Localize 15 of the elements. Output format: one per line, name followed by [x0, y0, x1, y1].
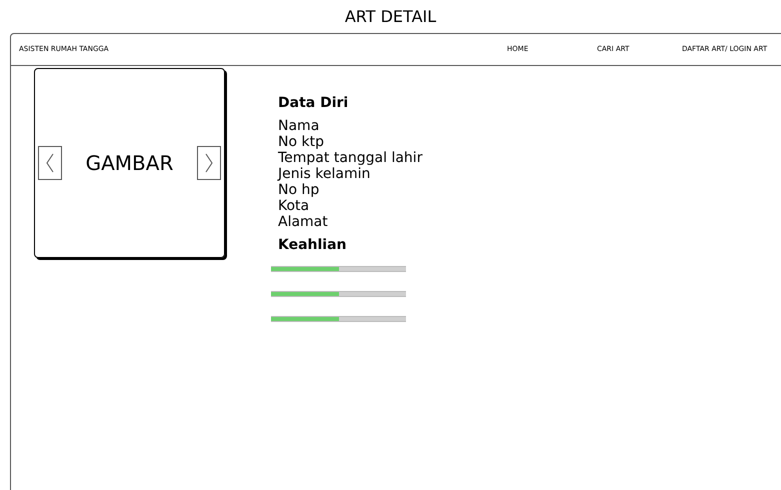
section-heading: Keahlian: [278, 236, 348, 254]
field-label: No ktp: [278, 134, 325, 150]
field-label: Kota: [278, 198, 310, 214]
section-heading: Data Diri: [278, 94, 350, 112]
chevron-left-icon: [46, 153, 54, 173]
next-button[interactable]: [196, 146, 221, 180]
chevron-right-icon: [204, 153, 213, 173]
field-label: No hp: [278, 182, 320, 198]
image-placeholder-label: GAMBAR: [86, 150, 174, 177]
previous-button[interactable]: [38, 146, 62, 180]
field-label: Jenis kelamin: [278, 166, 372, 182]
page-title: ART DETAIL: [344, 6, 436, 28]
field-label: Tempat tanggal lahir: [278, 150, 422, 166]
field-label: Nama: [278, 118, 320, 134]
field-label: Alamat: [278, 214, 329, 230]
